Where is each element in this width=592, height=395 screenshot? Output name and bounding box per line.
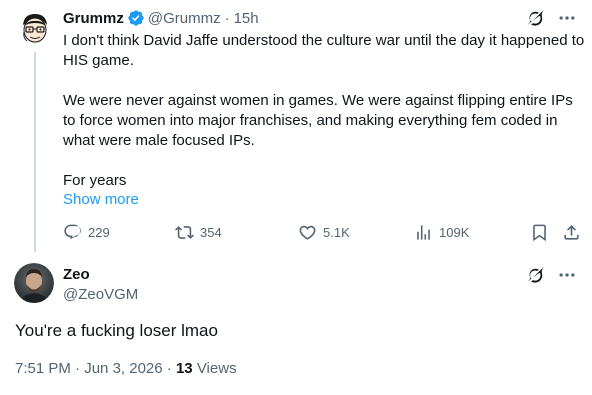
reply-button[interactable]: 229 — [63, 221, 110, 243]
repost-count: 354 — [200, 224, 222, 240]
author-name[interactable]: Grummz — [63, 10, 124, 27]
views-count: 109K — [439, 224, 470, 240]
grok-icon[interactable] — [524, 7, 546, 29]
views-label: Views — [196, 360, 237, 377]
share-icon — [564, 224, 579, 240]
more-icon[interactable] — [556, 264, 578, 286]
separator: · — [166, 360, 172, 377]
like-button[interactable]: 5.1K — [298, 221, 350, 243]
tweet-paragraph: We were never against women in games. We… — [63, 92, 573, 149]
tweet-meta: 7:51 PM · Jun 3, 2026 · 13 Views — [15, 359, 237, 379]
parent-tweet: Grummz @Grummz · 15h I don't think David… — [0, 0, 592, 252]
tweet-text: I don't think David Jaffe understood the… — [63, 31, 585, 191]
timestamp[interactable]: 15h — [234, 10, 259, 27]
thread-line — [34, 52, 36, 252]
reply-author-name[interactable]: Zeo — [63, 266, 90, 284]
verified-badge-icon — [127, 9, 145, 27]
like-count: 5.1K — [323, 224, 350, 240]
heart-icon — [299, 225, 316, 240]
analytics-icon — [417, 224, 430, 240]
views-button[interactable]: 109K — [414, 221, 469, 243]
post-date[interactable]: Jun 3, 2026 — [84, 360, 162, 377]
share-button[interactable] — [562, 221, 581, 243]
author-handle[interactable]: @Grummz — [148, 10, 221, 27]
tweet-paragraph: For years — [63, 172, 127, 189]
views-count: 13 — [175, 360, 193, 377]
avatar[interactable] — [14, 263, 54, 303]
repost-button[interactable]: 354 — [175, 221, 222, 243]
grok-icon[interactable] — [524, 264, 546, 286]
repost-icon — [175, 225, 194, 239]
more-icon[interactable] — [556, 7, 578, 29]
reply-author-handle[interactable]: @ZeoVGM — [63, 286, 138, 304]
tweet-header: Grummz @Grummz · 15h — [63, 8, 259, 28]
tweet-actions: 229 354 5.1K 109K — [63, 221, 583, 243]
show-more-link[interactable]: Show more — [63, 190, 139, 210]
reply-header-actions — [524, 264, 578, 286]
tweet-paragraph: I don't think David Jaffe understood the… — [63, 32, 585, 69]
reply-icon — [64, 224, 81, 239]
bookmark-button[interactable] — [530, 221, 549, 243]
separator: · — [224, 9, 230, 27]
reply-text: You're a fucking loser lmao — [15, 321, 218, 340]
bookmark-icon — [533, 224, 546, 241]
post-time[interactable]: 7:51 PM — [15, 360, 71, 377]
reply-count: 229 — [88, 224, 110, 240]
header-actions — [524, 7, 578, 29]
avatar[interactable] — [15, 8, 55, 48]
separator: · — [75, 360, 81, 377]
